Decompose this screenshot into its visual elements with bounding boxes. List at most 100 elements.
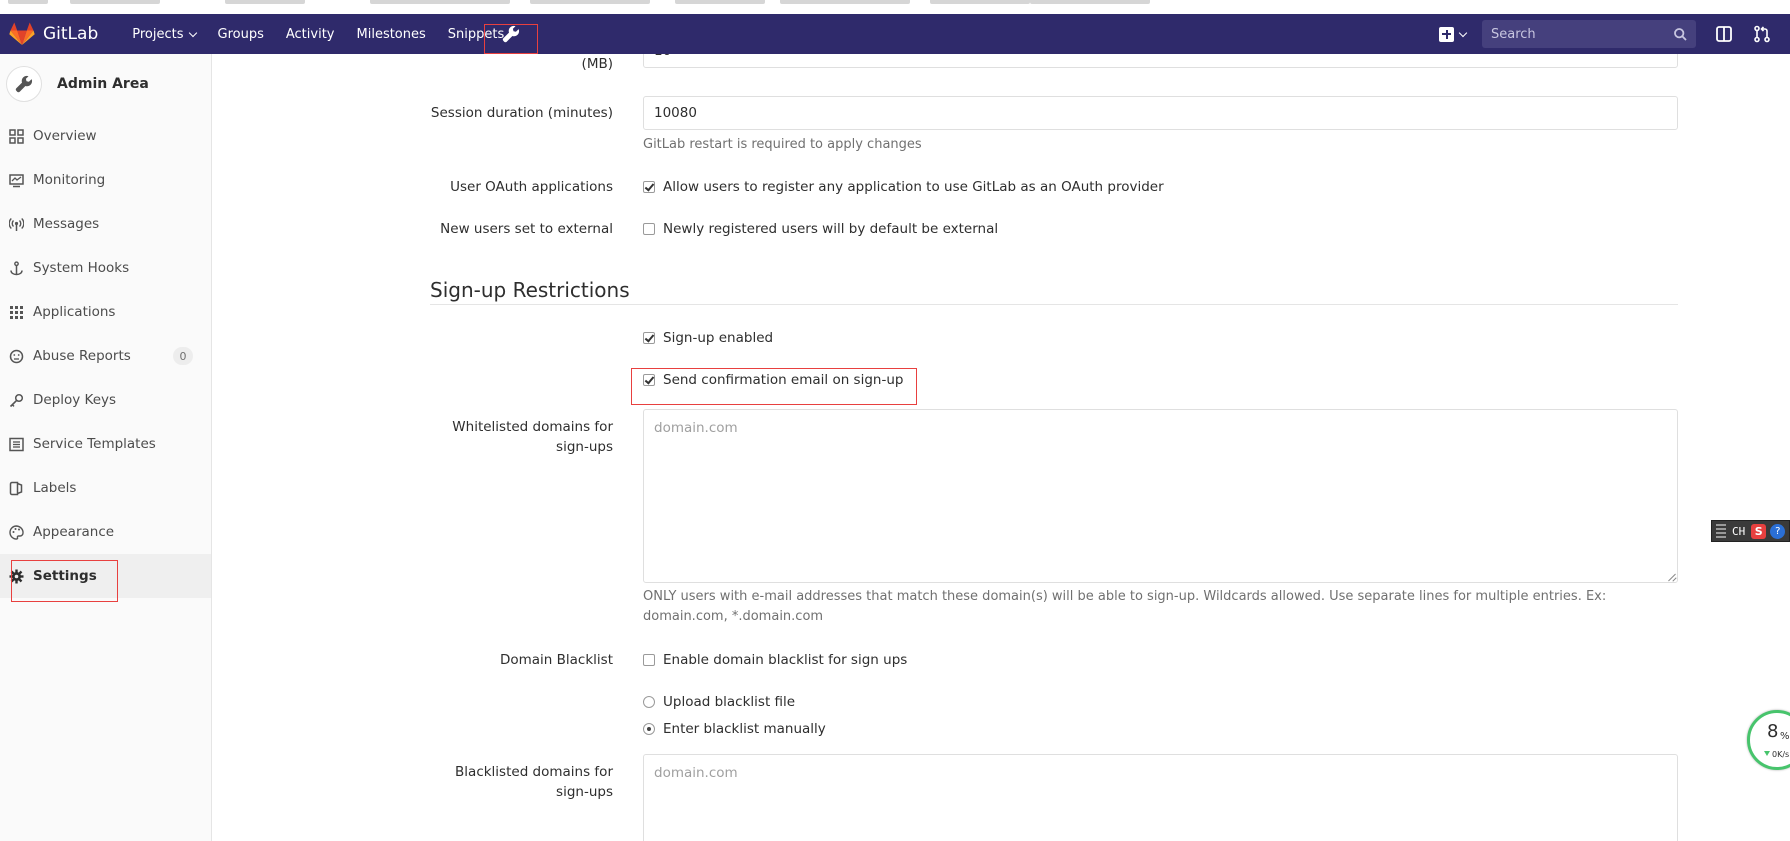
grid-icon xyxy=(9,128,24,144)
sidebar-item-applications[interactable]: Applications xyxy=(0,290,211,334)
confirm-email-highlight-box xyxy=(631,368,917,405)
nav-projects-label: Projects xyxy=(132,26,184,42)
nav-right xyxy=(1439,14,1790,54)
section-divider xyxy=(430,304,1678,305)
broadcast-icon xyxy=(9,217,24,232)
signup-enabled-checkbox[interactable] xyxy=(643,332,655,344)
anchor-icon xyxy=(9,260,24,276)
gitlab-logo-icon xyxy=(9,22,35,45)
help-icon[interactable]: ? xyxy=(1770,523,1786,539)
external-users-checkbox-label: Newly registered users will by default b… xyxy=(663,221,999,237)
issues-button[interactable] xyxy=(1714,24,1734,44)
chevron-down-icon xyxy=(188,28,197,37)
nav-groups-label: Groups xyxy=(217,26,264,42)
sidebar-item-overview[interactable]: Overview xyxy=(0,114,211,158)
search-icon xyxy=(1674,27,1687,41)
manual-blacklist-label: Enter blacklist manually xyxy=(663,721,826,737)
oauth-checkbox-row[interactable]: Allow users to register any application … xyxy=(643,179,1164,195)
sidebar-item-label: System Hooks xyxy=(33,260,130,276)
nav-activity[interactable]: Activity xyxy=(286,27,335,42)
sidebar-item-label: Overview xyxy=(33,128,97,144)
blacklisted-domains-textarea[interactable] xyxy=(643,754,1678,841)
brand-name: GitLab xyxy=(43,24,99,44)
whitelist-label: Whitelisted domains for sign-ups xyxy=(423,417,613,457)
nav-groups[interactable]: Groups xyxy=(218,27,264,42)
oauth-checkbox[interactable] xyxy=(643,181,655,193)
monitor-icon xyxy=(9,173,24,188)
domain-blacklist-label: Domain Blacklist xyxy=(423,650,613,670)
sidebar-item-messages[interactable]: Messages xyxy=(0,202,211,246)
sidebar-item-system-hooks[interactable]: System Hooks xyxy=(0,246,211,290)
sidebar-item-label: Monitoring xyxy=(33,172,106,188)
domain-blacklist-label-text: Domain Blacklist xyxy=(499,652,613,668)
ime-logo-icon[interactable]: S xyxy=(1751,523,1767,539)
new-item-dropdown[interactable] xyxy=(1439,26,1468,42)
blacklist-checkbox[interactable] xyxy=(643,654,655,666)
search-box xyxy=(1482,20,1696,48)
signup-restrictions-heading: Sign-up Restrictions xyxy=(430,278,630,302)
oauth-label-text: User OAuth applications xyxy=(450,179,613,195)
sidebar-item-labels[interactable]: Labels xyxy=(0,466,211,510)
search-input[interactable] xyxy=(1491,26,1661,42)
wrench-highlight-box xyxy=(484,24,538,54)
sidebar-header[interactable]: Admin Area xyxy=(0,54,211,114)
blacklisted-domains-label-text: Blacklisted domains for sign-ups xyxy=(455,764,613,800)
download-arrow-icon xyxy=(1764,751,1770,756)
manual-blacklist-radio-row[interactable]: Enter blacklist manually xyxy=(643,721,826,737)
template-icon xyxy=(9,437,24,452)
sidebar-item-abuse-reports[interactable]: Abuse Reports 0 xyxy=(0,334,211,378)
upload-blacklist-label: Upload blacklist file xyxy=(663,694,796,710)
session-help-text: GitLab restart is required to apply chan… xyxy=(643,137,922,152)
resize-handle[interactable] xyxy=(1666,571,1676,581)
merge-requests-button[interactable] xyxy=(1752,24,1772,44)
ime-language[interactable]: CH xyxy=(1732,525,1745,538)
sidebar-item-label: Labels xyxy=(33,480,77,496)
merge-request-icon xyxy=(1754,25,1770,43)
nav-activity-label: Activity xyxy=(285,26,335,42)
whitelist-help-text: ONLY users with e-mail addresses that ma… xyxy=(643,589,1607,624)
signup-enabled-row[interactable]: Sign-up enabled xyxy=(643,330,773,346)
cpu-percent: 8 xyxy=(1767,721,1779,742)
blacklist-checkbox-label: Enable domain blacklist for sign ups xyxy=(663,652,908,668)
external-users-checkbox[interactable] xyxy=(643,223,655,235)
sidebar-item-label: Deploy Keys xyxy=(33,392,117,408)
palette-icon xyxy=(9,524,24,540)
ime-toolbar[interactable]: CH S ? xyxy=(1711,520,1790,542)
blacklist-checkbox-row[interactable]: Enable domain blacklist for sign ups xyxy=(643,652,907,668)
brand-link[interactable]: GitLab xyxy=(9,14,98,54)
upload-blacklist-radio-row[interactable]: Upload blacklist file xyxy=(643,694,795,710)
max-attachment-value: 10 xyxy=(654,54,671,59)
sidebar-item-monitoring[interactable]: Monitoring xyxy=(0,158,211,202)
oauth-label: User OAuth applications xyxy=(423,177,613,197)
nav-links: Projects Groups Activity Milestones Snip… xyxy=(132,14,526,54)
issues-icon xyxy=(1716,26,1732,42)
sidebar-item-appearance[interactable]: Appearance xyxy=(0,510,211,554)
manual-blacklist-radio[interactable] xyxy=(643,723,655,735)
apps-icon xyxy=(9,305,24,320)
session-duration-value: 10080 xyxy=(654,105,697,121)
nav-projects[interactable]: Projects xyxy=(132,26,197,42)
sidebar-item-service-templates[interactable]: Service Templates xyxy=(0,422,211,466)
chevron-down-icon xyxy=(1458,28,1468,37)
sidebar-item-label: Appearance xyxy=(33,524,115,540)
admin-avatar xyxy=(6,66,42,102)
session-duration-input[interactable]: 10080 xyxy=(643,96,1678,130)
drag-handle-icon[interactable] xyxy=(1716,524,1726,538)
external-users-label: New users set to external xyxy=(423,219,613,239)
sidebar-item-label: Messages xyxy=(33,216,100,232)
session-duration-label-text: Session duration (minutes) xyxy=(430,105,613,121)
whitelist-textarea[interactable] xyxy=(643,409,1678,583)
whitelist-label-text: Whitelisted domains for sign-ups xyxy=(452,419,613,455)
nav-milestones[interactable]: Milestones xyxy=(357,27,426,42)
upload-blacklist-radio[interactable] xyxy=(643,696,655,708)
settings-form: Maximum attachment size (MB) 10 Session … xyxy=(213,54,1790,841)
max-attachment-label: Maximum attachment size (MB) xyxy=(423,54,613,74)
sidebar-title: Admin Area xyxy=(57,76,149,92)
abuse-count-badge: 0 xyxy=(173,347,193,365)
external-users-checkbox-row[interactable]: Newly registered users will by default b… xyxy=(643,221,998,237)
key-icon xyxy=(9,393,24,408)
oauth-checkbox-label: Allow users to register any application … xyxy=(663,179,1164,195)
sidebar-item-deploy-keys[interactable]: Deploy Keys xyxy=(0,378,211,422)
wrench-icon xyxy=(15,75,33,93)
max-attachment-input[interactable]: 10 xyxy=(643,54,1678,68)
